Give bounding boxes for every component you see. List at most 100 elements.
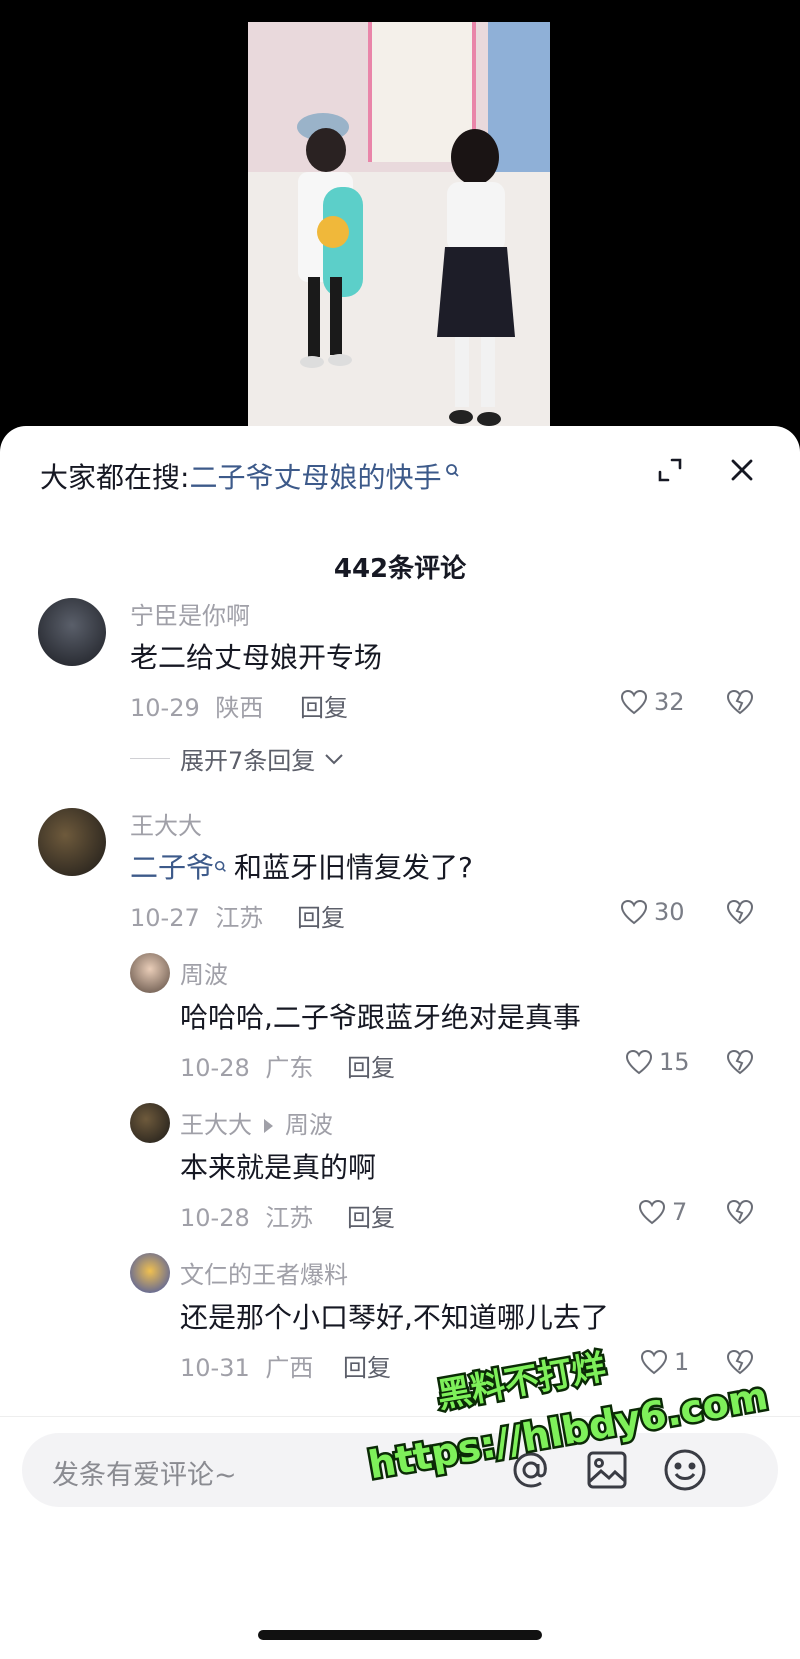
avatar[interactable] [38,598,106,666]
comment-input-bar: 发条有爱评论~ [0,1416,800,1659]
dislike-button[interactable] [725,688,755,720]
comment-text: 和蓝牙旧情复发了? [234,851,473,884]
dislike-button[interactable] [725,1348,755,1380]
heart-icon [625,1049,653,1075]
like-count: 32 [654,688,685,716]
dislike-button[interactable] [725,1048,755,1080]
close-button[interactable] [722,452,762,492]
search-prefix-label: 大家都在搜: [40,461,190,494]
avatar[interactable] [38,808,106,876]
like-count: 1 [674,1348,690,1376]
avatar[interactable] [130,1253,170,1293]
comment-region: 陕西 [215,694,264,722]
heart-icon [620,689,648,715]
like-button[interactable]: 1 [640,1348,689,1376]
like-count: 15 [659,1048,690,1076]
broken-heart-icon [726,1349,754,1375]
dislike-button[interactable] [725,898,755,930]
reply-username[interactable]: 王大大 [180,1111,252,1139]
reply-text: 哈哈哈,二子爷跟蓝牙绝对是真事 [180,1001,581,1034]
comment-input-placeholder: 发条有爱评论~ [52,1460,237,1491]
like-count: 7 [672,1198,688,1226]
comment-region: 江苏 [215,904,264,932]
avatar[interactable] [130,1103,170,1143]
list-fade [0,1381,800,1421]
expand-icon [657,457,683,487]
comment-item: 王大大 二子爷 和蓝牙旧情复发了? 10-27 江苏 回复 30 [0,806,800,936]
reply-button[interactable]: 回复 [297,898,345,933]
like-button[interactable]: 7 [638,1198,687,1226]
reply-region: 江苏 [265,1204,314,1232]
emoji-button[interactable] [660,1445,710,1495]
comment-username[interactable]: 宁臣是你啊 [130,596,250,631]
reply-username[interactable]: 周波 [180,955,228,990]
reply-button[interactable]: 回复 [347,1198,395,1233]
reply-date: 10-28 [180,1204,250,1232]
like-button[interactable]: 32 [620,688,685,716]
search-icon [214,848,228,881]
comment-input[interactable]: 发条有爱评论~ [22,1433,778,1507]
heart-icon [620,899,648,925]
search-icon [445,453,461,486]
expand-replies-label: 展开7条回复 [180,747,316,775]
broken-heart-icon [726,1199,754,1225]
reply-meta: 10-31 广西 [180,1348,313,1383]
avatar[interactable] [130,953,170,993]
reply-region: 广西 [265,1354,314,1382]
reply-username-line: 王大大 周波 [180,1105,333,1140]
broken-heart-icon [726,899,754,925]
comment-text-line: 二子爷 和蓝牙旧情复发了? [130,846,473,886]
video-player[interactable] [0,0,800,442]
like-count: 30 [654,898,685,926]
reply-to-username[interactable]: 周波 [285,1111,333,1139]
reply-item: 周波 哈哈哈,二子爷跟蓝牙绝对是真事 10-28 广东 回复 15 [0,951,800,1091]
reply-arrow-icon [264,1119,273,1133]
reply-text: 还是那个小口琴好,不知道哪儿去了 [180,1301,609,1334]
heart-icon [638,1199,666,1225]
divider-line [130,758,170,759]
comment-username[interactable]: 王大大 [130,806,202,841]
emoji-icon [664,1449,706,1491]
comment-count: 442条评论 [333,554,467,584]
expand-replies-button[interactable]: 展开7条回复 [130,741,345,776]
like-button[interactable]: 15 [625,1048,690,1076]
reply-button[interactable]: 回复 [347,1048,395,1083]
comment-sheet: 大家都在搜: 二子爷丈母娘的快手 442条评论 宁臣是你啊 老二给丈母娘开专场 … [0,426,800,1659]
mention-link[interactable]: 二子爷 [130,851,214,884]
reply-item: 文仁的王者爆料 还是那个小口琴好,不知道哪儿去了 10-31 广西 回复 1 [0,1251,800,1391]
dislike-button[interactable] [725,1198,755,1230]
image-button[interactable] [582,1445,632,1495]
close-icon [730,458,754,486]
video-figure-right [437,129,515,426]
reply-button[interactable]: 回复 [343,1348,391,1383]
mention-button[interactable] [506,1445,556,1495]
home-indicator[interactable] [258,1630,542,1640]
expand-button[interactable] [650,452,690,492]
like-button[interactable]: 30 [620,898,685,926]
search-suggestion[interactable]: 大家都在搜: 二子爷丈母娘的快手 [40,456,461,496]
reply-item: 王大大 周波 本来就是真的啊 10-28 江苏 回复 7 [0,1101,800,1241]
comment-date: 10-27 [130,904,200,932]
video-frame[interactable] [248,22,550,442]
reply-region: 广东 [265,1054,314,1082]
image-icon [587,1451,627,1489]
reply-meta: 10-28 广东 [180,1048,313,1083]
broken-heart-icon [726,1049,754,1075]
at-icon [513,1452,547,1488]
comment-item: 宁臣是你啊 老二给丈母娘开专场 10-29 陕西 回复 32 展开7条回复 [0,596,800,786]
reply-meta: 10-28 江苏 [180,1198,313,1233]
reply-username[interactable]: 文仁的王者爆料 [180,1255,348,1290]
reply-date: 10-31 [180,1354,250,1382]
comment-text: 老二给丈母娘开专场 [130,641,383,674]
comment-meta: 10-27 江苏 [130,898,263,933]
reply-date: 10-28 [180,1054,250,1082]
heart-icon [640,1349,668,1375]
chevron-down-icon [325,753,343,764]
broken-heart-icon [726,689,754,715]
search-query-link[interactable]: 二子爷丈母娘的快手 [189,456,441,496]
reply-text: 本来就是真的啊 [180,1151,377,1184]
comment-date: 10-29 [130,694,200,722]
reply-button[interactable]: 回复 [300,688,348,723]
video-figure-left [297,113,363,368]
comment-meta: 10-29 陕西 [130,688,263,723]
